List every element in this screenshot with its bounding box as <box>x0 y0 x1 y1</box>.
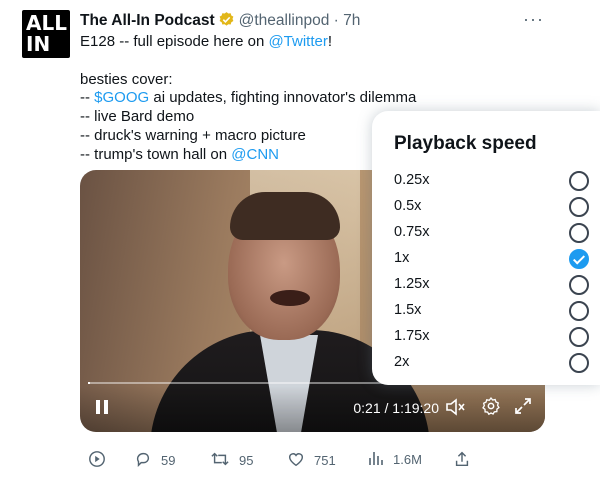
radio-icon[interactable] <box>569 197 589 217</box>
display-name[interactable]: The All-In Podcast <box>80 12 215 29</box>
speed-option-label: 0.75x <box>394 224 430 240</box>
radio-icon[interactable] <box>569 353 589 373</box>
tweet-line-3-text: ai updates, fighting innovator's dilemma <box>149 89 417 107</box>
more-icon[interactable]: ··· <box>523 9 544 30</box>
video-controls: 0:21 / 1:19:20 <box>80 386 545 432</box>
playback-speed-menu: Playback speed 0.25x 0.5x 0.75x 1x 1.25x… <box>372 111 600 385</box>
radio-icon[interactable] <box>569 223 589 243</box>
speed-option-label: 2x <box>394 354 410 370</box>
cnn-mention-link[interactable]: @CNN <box>231 146 279 163</box>
avatar-logo-line2: IN <box>26 32 51 56</box>
twitter-mention-link[interactable]: @Twitter <box>268 33 327 50</box>
avatar[interactable]: ALL IN <box>22 10 70 58</box>
speed-option-1x[interactable]: 1x <box>372 246 600 272</box>
speed-option-label: 1x <box>394 250 410 266</box>
speed-option-label: 1.25x <box>394 276 430 292</box>
goog-cashtag-link[interactable]: $GOOG <box>94 89 149 106</box>
speed-option-1-5x[interactable]: 1.5x <box>372 298 600 324</box>
verified-badge-icon[interactable] <box>218 11 235 34</box>
timestamp[interactable]: 7h <box>343 12 360 29</box>
tweet-line-2: besties cover: <box>80 70 173 88</box>
play-circle-button[interactable] <box>88 450 106 471</box>
pause-icon[interactable] <box>94 398 110 421</box>
radio-checked-icon[interactable] <box>569 249 589 269</box>
playback-speed-title: Playback speed <box>394 133 537 154</box>
video-progress-fill <box>88 382 90 384</box>
speed-option-1-75x[interactable]: 1.75x <box>372 324 600 350</box>
retweet-count: 95 <box>239 453 254 468</box>
views-button[interactable]: 1.6M <box>368 450 422 469</box>
tweet-text: E128 -- full episode here on @Twitter! b… <box>80 33 416 165</box>
speed-option-1-25x[interactable]: 1.25x <box>372 272 600 298</box>
reply-button[interactable]: 59 <box>134 450 175 471</box>
handle[interactable]: @theallinpod <box>239 12 330 29</box>
speed-option-0-75x[interactable]: 0.75x <box>372 220 600 246</box>
share-icon <box>453 450 471 471</box>
views-icon <box>368 450 384 469</box>
reply-count: 59 <box>161 453 176 468</box>
tweet-line-4: -- live Bard demo <box>80 108 195 126</box>
radio-icon[interactable] <box>569 275 589 295</box>
share-button[interactable] <box>453 450 471 471</box>
separator: · <box>333 12 339 29</box>
like-icon <box>287 450 305 471</box>
speed-option-0-25x[interactable]: 0.25x <box>372 168 600 194</box>
like-button[interactable]: 751 <box>287 450 336 471</box>
tweet-line-6-prefix: -- trump's town hall on <box>80 145 232 163</box>
tweet-line-1-end: ! <box>327 33 333 50</box>
retweet-button[interactable]: 95 <box>210 450 253 471</box>
speed-option-0-5x[interactable]: 0.5x <box>372 194 600 220</box>
tweet-line-5: -- druck's warning + macro picture <box>80 126 306 144</box>
video-person-hair <box>230 192 340 240</box>
reply-icon <box>134 450 152 471</box>
retweet-icon <box>210 450 230 471</box>
tweet-line-3-prefix: -- <box>80 89 95 107</box>
speed-option-2x[interactable]: 2x <box>372 350 600 376</box>
tweet-header: The All-In Podcast @theallinpod · 7h <box>80 11 360 34</box>
radio-icon[interactable] <box>569 327 589 347</box>
speed-option-label: 1.5x <box>394 302 422 318</box>
speed-option-label: 0.5x <box>394 198 422 214</box>
play-circle-icon <box>88 450 106 471</box>
radio-icon[interactable] <box>569 301 589 321</box>
expand-icon[interactable] <box>513 396 533 421</box>
video-time: 0:21 / 1:19:20 <box>353 400 439 416</box>
avatar-logo-line1: ALL <box>26 11 67 35</box>
video-person-mouth <box>270 290 310 306</box>
radio-icon[interactable] <box>569 171 589 191</box>
speed-option-label: 1.75x <box>394 328 430 344</box>
mute-icon[interactable] <box>445 397 467 422</box>
gear-icon[interactable] <box>481 396 501 421</box>
speed-option-label: 0.25x <box>394 172 430 188</box>
tweet-action-bar: 59 95 751 1.6M <box>80 450 480 472</box>
like-count: 751 <box>314 453 336 468</box>
tweet-line-1-text: E128 -- full episode here on <box>80 33 269 50</box>
views-count: 1.6M <box>393 452 422 467</box>
